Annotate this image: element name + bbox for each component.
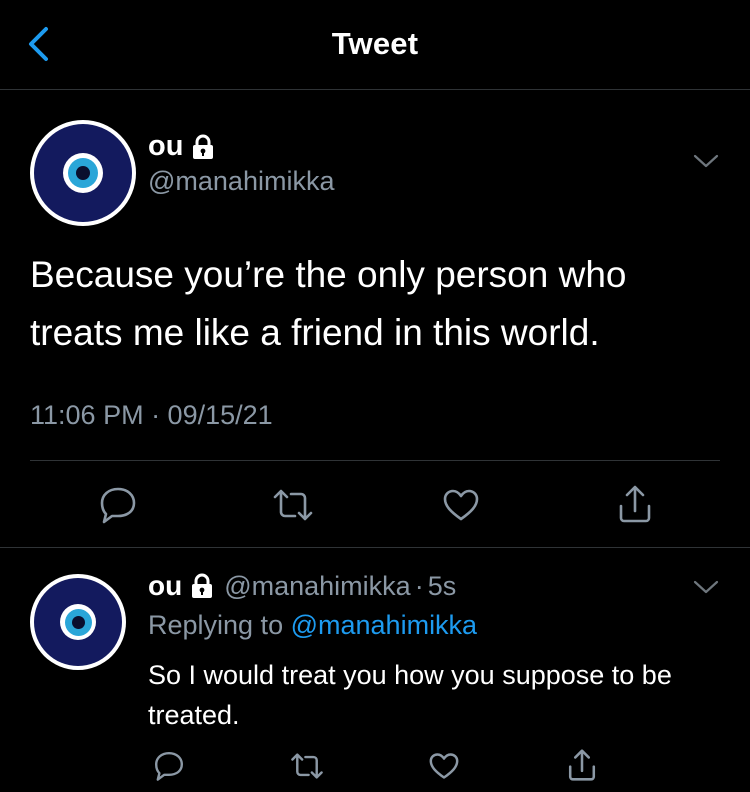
reply-time: 5s (427, 570, 457, 601)
tweet-screen: Tweet ou @manahimikka Because you’re the… (0, 0, 750, 792)
separator-dot: · (414, 570, 424, 601)
divider (30, 460, 720, 461)
like-icon[interactable] (428, 752, 460, 780)
avatar[interactable] (30, 120, 136, 226)
reply-header: ou @manahimikka · 5s (148, 570, 456, 602)
replying-to-handle[interactable]: @manahimikka (291, 610, 477, 640)
reply-icon[interactable] (98, 486, 138, 524)
like-icon[interactable] (442, 488, 480, 522)
header-bar: Tweet (0, 0, 750, 90)
chevron-down-icon[interactable] (692, 152, 720, 170)
page-title: Tweet (331, 26, 419, 61)
avatar[interactable] (30, 574, 126, 670)
user-handle[interactable]: @manahimikka (224, 571, 410, 602)
divider (0, 547, 750, 548)
share-icon[interactable] (566, 748, 598, 782)
replying-to: Replying to @manahimikka (148, 610, 477, 641)
retweet-icon[interactable] (272, 488, 314, 522)
display-name-label[interactable]: ou (148, 570, 182, 602)
display-name-label: ou (148, 130, 184, 162)
tweet-timestamp: 11:06 PM · 09/15/21 (30, 400, 273, 430)
lock-icon (193, 134, 214, 159)
display-name[interactable]: ou (148, 130, 215, 163)
tweet-text: Because you’re the only person who treat… (30, 254, 627, 353)
replying-to-prefix: Replying to (148, 610, 284, 640)
share-icon[interactable] (616, 484, 654, 524)
reply-icon[interactable] (153, 750, 185, 782)
retweet-icon[interactable] (290, 752, 324, 780)
lock-icon (192, 573, 213, 598)
reply-text: So I would treat you how you suppose to … (148, 660, 672, 730)
chevron-down-icon[interactable] (692, 578, 720, 596)
user-handle[interactable]: @manahimikka (148, 166, 334, 197)
